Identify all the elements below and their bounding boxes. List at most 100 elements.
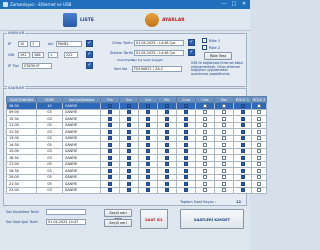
day-checkbox[interactable] [203,181,207,186]
day-checkbox[interactable] [203,142,207,147]
gw-apply-checkbox[interactable]: ✓ [86,51,93,58]
close-button[interactable]: ✕ [240,1,248,8]
cell-duration[interactable]: 03 [36,186,63,194]
day-checkbox[interactable] [257,181,261,186]
day-checkbox[interactable] [127,110,131,115]
day-checkbox[interactable] [146,162,150,167]
day-checkbox[interactable] [184,162,188,167]
day-checkbox[interactable] [184,103,188,108]
day-checkbox[interactable] [127,123,131,128]
day-checkbox[interactable] [222,149,226,154]
day-checkbox[interactable] [203,103,207,108]
day-checkbox[interactable] [184,188,188,193]
day-checkbox[interactable] [257,155,261,160]
ip-apply-checkbox[interactable]: ✓ [86,40,93,47]
day-checkbox[interactable] [184,136,188,141]
secili-ekle-button[interactable]: Seçili veri ekle [104,209,132,221]
day-checkbox[interactable] [108,116,112,121]
day-checkbox[interactable] [146,136,150,141]
day-checkbox[interactable] [240,116,245,121]
day-checkbox[interactable] [203,129,207,134]
day-checkbox[interactable] [203,123,207,128]
day-checkbox[interactable] [165,103,169,108]
day-checkbox[interactable] [165,123,169,128]
day-checkbox[interactable] [108,103,112,108]
day-checkbox[interactable] [240,129,245,134]
day-checkbox[interactable] [127,136,131,141]
day-checkbox[interactable] [127,181,131,186]
day-checkbox[interactable] [146,110,150,115]
day-checkbox[interactable] [222,103,226,108]
sistem-tarihi-checkbox[interactable]: ✓ [188,49,195,56]
day-checkbox[interactable] [203,116,207,121]
day-checkbox[interactable] [240,142,245,147]
day-checkbox[interactable] [108,188,112,193]
day-checkbox[interactable] [240,162,245,167]
day-checkbox[interactable] [222,142,226,147]
day-checkbox[interactable] [146,103,150,108]
ayarlar-button[interactable]: AYARLAR [145,12,185,28]
minimize-button[interactable]: — [220,1,228,8]
day-checkbox[interactable] [127,155,131,160]
day-checkbox[interactable] [108,123,112,128]
day-checkbox[interactable] [184,155,188,160]
day-checkbox[interactable] [184,168,188,173]
day-checkbox[interactable] [203,136,207,141]
day-checkbox[interactable] [240,168,245,173]
day-checkbox[interactable] [108,162,112,167]
cell-unit[interactable]: SANİYE [62,186,101,194]
day-checkbox[interactable] [257,188,261,193]
role2-checkbox[interactable]: ✓ [202,45,207,50]
day-checkbox[interactable] [127,149,131,154]
day-checkbox[interactable] [240,103,245,108]
day-checkbox[interactable] [222,110,226,115]
day-checkbox[interactable] [184,129,188,134]
day-checkbox[interactable] [240,136,245,141]
day-checkbox[interactable] [257,168,261,173]
day-checkbox[interactable] [165,188,169,193]
day-checkbox[interactable] [108,175,112,180]
day-checkbox[interactable] [257,123,261,128]
day-checkbox[interactable] [203,155,207,160]
ad-field[interactable]: PANEL [56,41,82,47]
day-checkbox[interactable] [165,175,169,180]
maximize-button[interactable]: □ [230,1,238,8]
day-checkbox[interactable] [257,149,261,154]
table-row[interactable]: 22:00 03 SANİYE [6,186,267,194]
day-checkbox[interactable] [127,116,131,121]
day-checkbox[interactable] [165,142,169,147]
day-checkbox[interactable] [257,103,261,108]
saat-sil-button[interactable]: SAAT SİL [140,209,168,229]
day-checkbox[interactable] [165,168,169,173]
day-checkbox[interactable] [240,123,245,128]
day-checkbox[interactable] [165,181,169,186]
day-checkbox[interactable] [108,149,112,154]
cell-role1[interactable] [233,186,252,194]
day-checkbox[interactable] [184,142,188,147]
day-checkbox[interactable] [222,155,226,160]
day-checkbox[interactable] [257,129,261,134]
liste-button[interactable]: LISTE [63,12,94,28]
cihaz-tarihi-field[interactable]: 01.04.2025 - 14:48 Çar [134,40,184,46]
role-test-button[interactable]: Röle Test [204,52,232,60]
ip-part-1[interactable]: 10 [18,41,28,47]
secili-sil-button[interactable]: Seçili veri [104,219,132,227]
gw-part-2[interactable]: 168 [32,52,44,58]
day-checkbox[interactable] [257,116,261,121]
day-checkbox[interactable] [203,175,207,180]
day-checkbox[interactable] [165,136,169,141]
cell-time[interactable]: 22:00 [6,186,37,194]
day-checkbox[interactable] [257,110,261,115]
day-checkbox[interactable] [127,188,131,193]
gw-part-4[interactable]: 222 [64,52,78,58]
day-checkbox[interactable] [203,188,207,193]
day-checkbox[interactable] [184,110,188,115]
day-checkbox[interactable] [222,188,226,193]
day-checkbox[interactable] [146,181,150,186]
day-checkbox[interactable] [146,155,150,160]
cell-day-2[interactable] [138,186,158,194]
day-checkbox[interactable] [240,188,245,193]
day-checkbox[interactable] [165,149,169,154]
day-checkbox[interactable] [127,142,131,147]
day-checkbox[interactable] [240,181,245,186]
